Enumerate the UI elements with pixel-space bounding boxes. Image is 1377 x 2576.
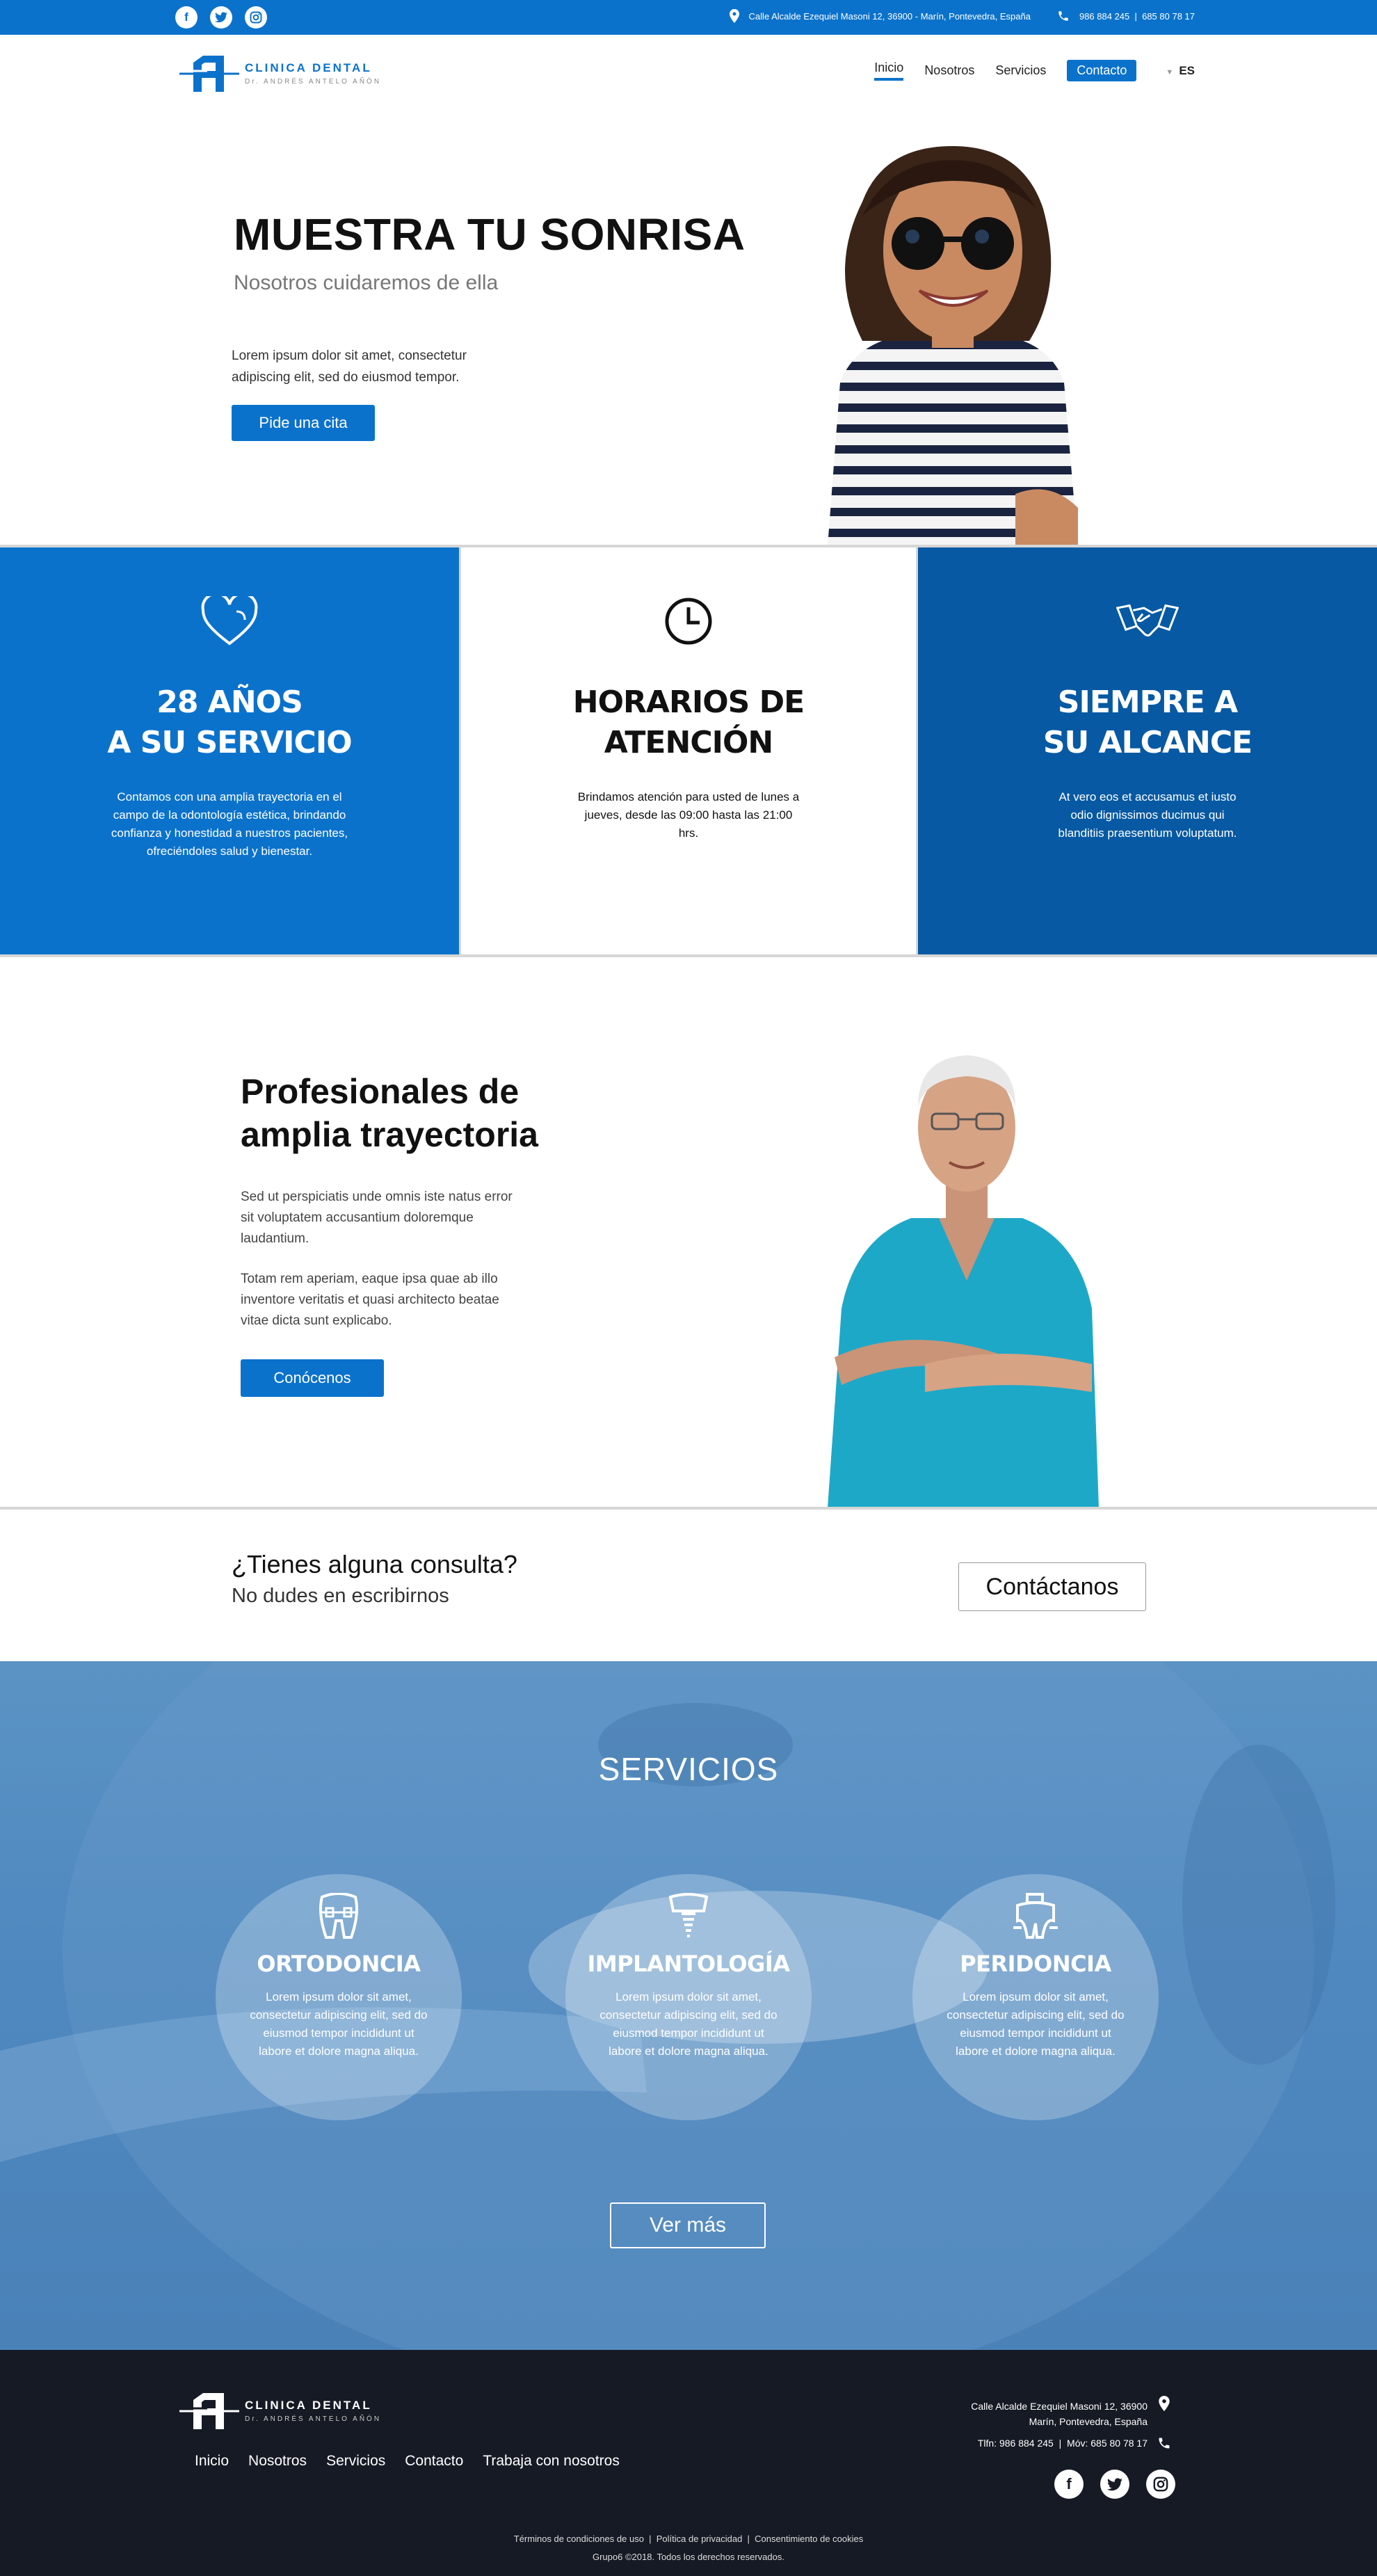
footer-phones[interactable]: Tlfn: 986 884 245 | Móv: 685 80 78 17 xyxy=(978,2438,1148,2449)
clinic-logo[interactable]: CLINICA DENTAL Dr. ANDRÉS ANTELO AÑÓN xyxy=(179,53,381,93)
top-social-links: f xyxy=(175,6,267,29)
nav-contacto-button[interactable]: Contacto xyxy=(1067,60,1137,81)
feature-reach: SIEMPRE A SU ALCANCE At vero eos et accus… xyxy=(918,547,1377,954)
service-card-peridoncia[interactable]: PERIDONCIA Lorem ipsum dolor sit amet, c… xyxy=(912,1874,1159,2120)
services-section: SERVICIOS ORTODONCIA Lorem ipsum dolor s… xyxy=(0,1661,1377,2350)
nav-servicios[interactable]: Servicios xyxy=(995,63,1046,78)
top-contact-info: Calle Alcalde Ezequiel Masoni 12, 36900 … xyxy=(729,9,1195,23)
clock-icon xyxy=(657,595,720,648)
feature-experience: 28 AÑOS A SU SERVICIO Contamos con una am… xyxy=(0,547,459,954)
cta-subtitle: No dudes en escribirnos xyxy=(232,1585,449,1607)
instagram-icon[interactable] xyxy=(245,6,267,29)
footer-logo[interactable]: CLINICA DENTAL Dr. ANDRÉS ANTELO AÑÓN xyxy=(179,2390,381,2431)
see-more-button[interactable]: Ver más xyxy=(610,2202,766,2248)
service-name: PERIDONCIA xyxy=(960,1951,1111,1977)
footer-link-nosotros[interactable]: Nosotros xyxy=(248,2453,307,2470)
address-line: Calle Alcalde Ezequiel Masoni 12, 36900 xyxy=(971,2401,1148,2412)
phone-icon xyxy=(1058,11,1068,21)
legal-links[interactable]: Términos de condiciones de uso | Polític… xyxy=(0,2534,1377,2544)
location-pin-icon xyxy=(729,9,739,23)
heart-icon xyxy=(198,595,261,648)
feature-schedule: HORARIOS DE ATENCIÓN Brindamos atención p… xyxy=(459,547,918,954)
feature-title: HORARIOS DE ATENCIÓN xyxy=(572,685,805,760)
footer-link-trabaja[interactable]: Trabaja con nosotros xyxy=(483,2453,620,2470)
phone-icon xyxy=(1159,2438,1170,2449)
top-address: Calle Alcalde Ezequiel Masoni 12, 36900 … xyxy=(748,10,1031,22)
hero-text: Lorem ipsum dolor sit amet, consectetur … xyxy=(232,349,467,385)
book-appointment-button[interactable]: Pide una cita xyxy=(232,405,375,441)
address-line: Marín, Pontevedra, España xyxy=(1029,2416,1148,2427)
hero-title: MUESTRA TU SONRISA xyxy=(234,209,746,259)
handshake-icon xyxy=(1116,595,1179,648)
footer-link-inicio[interactable]: Inicio xyxy=(195,2453,229,2470)
hero-subtitle: Nosotros cuidaremos de ella xyxy=(234,271,499,294)
service-card-implantologia[interactable]: IMPLANTOLOGÍA Lorem ipsum dolor sit amet… xyxy=(565,1874,812,2120)
pros-title: Profesionales de amplia trayectoria xyxy=(241,1072,538,1154)
site-footer: CLINICA DENTAL Dr. ANDRÉS ANTELO AÑÓN In… xyxy=(0,2350,1377,2576)
logo-mark-icon xyxy=(179,2393,239,2429)
periodontics-tooth-icon xyxy=(1011,1892,1060,1941)
logo-mark-icon xyxy=(179,56,239,92)
service-text: Lorem ipsum dolor sit amet, consectetur … xyxy=(250,1990,428,2058)
services-title: SERVICIOS xyxy=(598,1751,779,1787)
location-pin-icon xyxy=(1159,2396,1170,2411)
language-selector[interactable]: ▼ ES xyxy=(1166,64,1195,78)
feature-text: Brindamos atención para usted de lunes a… xyxy=(577,790,800,840)
pros-paragraph-2: Totam rem aperiam, eaque ipsa quae ab il… xyxy=(241,1272,499,1328)
about-us-button[interactable]: Conócenos xyxy=(241,1359,384,1397)
cta-question: ¿Tienes alguna consulta? xyxy=(232,1550,517,1578)
feature-title: 28 AÑOS A SU SERVICIO xyxy=(107,685,352,760)
main-nav: Inicio Nosotros Servicios Contacto ▼ ES xyxy=(874,60,1195,81)
dentist-photo xyxy=(828,1055,1099,1508)
top-phones[interactable]: 986 884 245 | 685 80 78 17 xyxy=(1079,11,1195,22)
chevron-down-icon: ▼ xyxy=(1166,67,1174,77)
footer-nav: Inicio Nosotros Servicios Contacto Traba… xyxy=(195,2453,620,2470)
feature-text: At vero eos et accusamus et iusto odio d… xyxy=(1058,790,1237,840)
logo-name: CLINICA DENTAL xyxy=(245,2398,372,2412)
logo-doctor: Dr. ANDRÉS ANTELO AÑÓN xyxy=(245,2415,382,2423)
service-name: IMPLANTOLOGÍA xyxy=(587,1951,790,1977)
feature-text: Contamos con una amplia trayectoria en e… xyxy=(111,790,348,858)
contact-us-button[interactable]: Contáctanos xyxy=(958,1562,1146,1611)
service-text: Lorem ipsum dolor sit amet, consectetur … xyxy=(599,1990,778,2058)
service-text: Lorem ipsum dolor sit amet, consectetur … xyxy=(947,1990,1125,2058)
nav-inicio[interactable]: Inicio xyxy=(874,61,904,81)
hero-section: MUESTRA TU SONRISA Nosotros cuidaremos d… xyxy=(0,104,1377,547)
language-code: ES xyxy=(1179,63,1195,77)
nav-nosotros[interactable]: Nosotros xyxy=(924,63,974,78)
footer-link-contacto[interactable]: Contacto xyxy=(405,2453,463,2470)
professionals-section: Profesionales de amplia trayectoria Sed u… xyxy=(0,957,1377,1508)
twitter-icon[interactable] xyxy=(1100,2470,1129,2499)
footer-social-links: f xyxy=(1054,2470,1175,2499)
logo-name: CLINICA DENTAL xyxy=(245,61,372,74)
feature-title: SIEMPRE A SU ALCANCE xyxy=(1042,685,1253,760)
copyright: Grupo6 ©2018. Todos los derechos reserva… xyxy=(592,2552,784,2562)
pros-paragraph-1: Sed ut perspiciatis unde omnis iste natu… xyxy=(241,1190,513,1246)
instagram-icon[interactable] xyxy=(1146,2470,1175,2499)
contact-cta-section: ¿Tienes alguna consulta? No dudes en esc… xyxy=(0,1510,1377,1661)
smiling-woman-image xyxy=(828,146,1078,547)
footer-link-servicios[interactable]: Servicios xyxy=(326,2453,385,2470)
site-header: CLINICA DENTAL Dr. ANDRÉS ANTELO AÑÓN In… xyxy=(0,35,1377,104)
service-card-ortodoncia[interactable]: ORTODONCIA Lorem ipsum dolor sit amet, c… xyxy=(216,1874,462,2120)
facebook-icon[interactable]: f xyxy=(175,6,198,29)
twitter-icon[interactable] xyxy=(210,6,232,29)
braces-tooth-icon xyxy=(314,1892,363,1941)
logo-doctor: Dr. ANDRÉS ANTELO AÑÓN xyxy=(245,77,382,86)
top-bar: f Calle Alcalde Ezequiel Masoni 12, 3690… xyxy=(0,0,1377,35)
service-name: ORTODONCIA xyxy=(257,1951,421,1977)
footer-address: Calle Alcalde Ezequiel Masoni 12, 36900 … xyxy=(971,2399,1148,2429)
facebook-icon[interactable]: f xyxy=(1054,2470,1084,2499)
implant-tooth-icon xyxy=(664,1892,713,1941)
